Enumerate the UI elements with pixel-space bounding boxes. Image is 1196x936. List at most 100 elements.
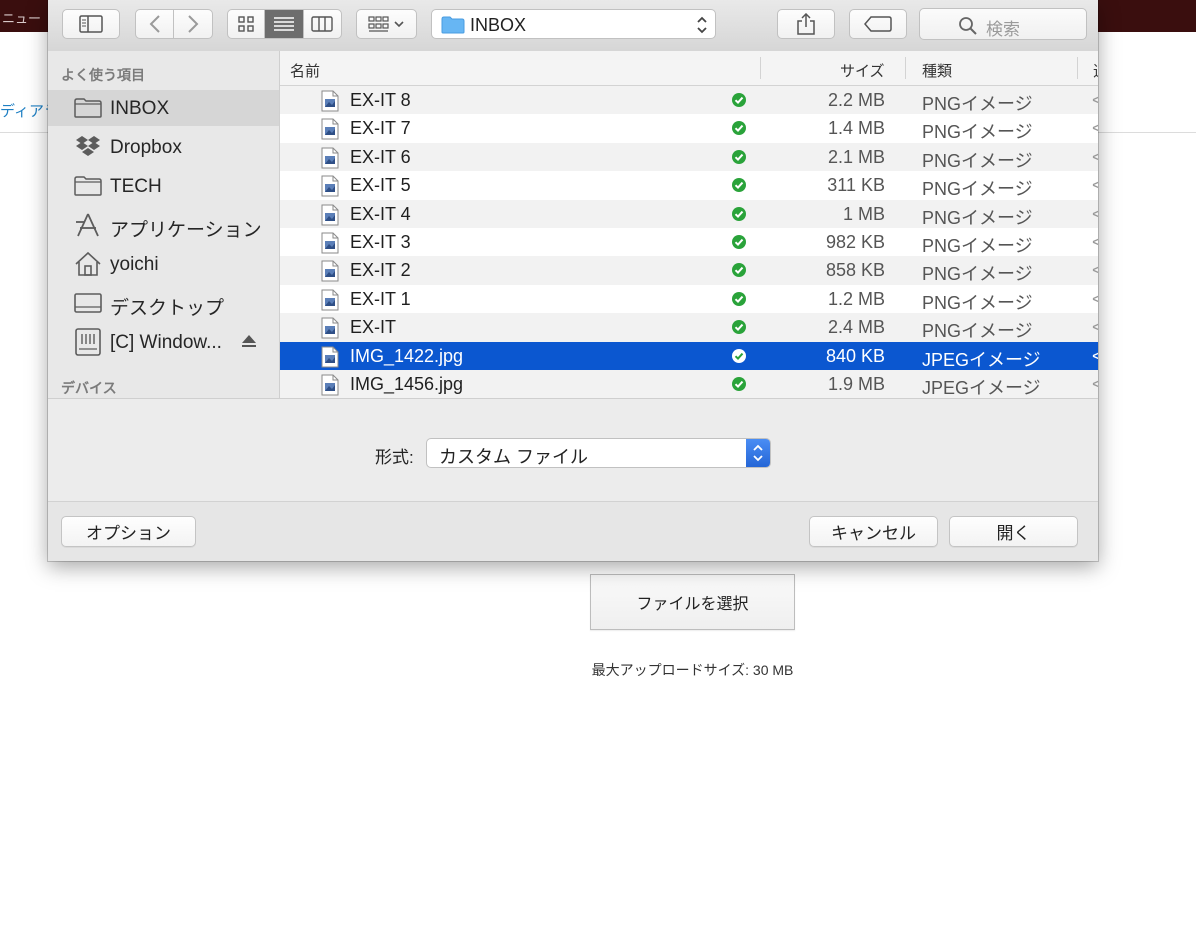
icon-view-button[interactable] [228,10,266,38]
eject-icon[interactable] [241,333,257,354]
back-button[interactable] [136,10,175,38]
sidebar-item-dropbox[interactable]: Dropbox [48,129,279,165]
column-header-extra[interactable]: 追 [1093,60,1098,81]
file-size: 1.9 MB [827,374,885,394]
icon-view-icon [238,16,254,32]
dropbox-icon [73,135,103,159]
sidebar-toggle-button[interactable] [62,9,120,39]
file-row[interactable]: EX-IT 6 2.1 MB PNGイメージ < [280,142,1098,172]
file-kind: JPEGイメージ [922,349,1041,370]
synced-check-icon [731,206,747,227]
file-row[interactable]: EX-IT 7 1.4 MB PNGイメージ < [280,114,1098,142]
file-kind: PNGイメージ [922,292,1033,313]
file-kind: PNGイメージ [922,321,1033,342]
format-select-value: カスタム ファイル [439,447,589,467]
column-header-name[interactable]: 名前 [290,60,320,81]
file-kind: PNGイメージ [922,179,1033,200]
file-row[interactable]: IMG_1422.jpg 840 KB JPEGイメージ < [280,341,1098,373]
open-button[interactable]: 開く [949,516,1078,547]
file-row[interactable]: EX-IT 1 1.2 MB PNGイメージ < [280,285,1098,313]
sidebar-item-desktop[interactable]: デスクトップ [48,285,279,321]
file-extra-column: < [1092,288,1098,309]
image-file-icon [321,204,339,231]
synced-check-icon [731,376,747,397]
file-size: 2.4 MB [827,317,885,338]
file-size: 2.2 MB [827,90,885,110]
file-extra-column: < [1092,260,1098,281]
file-kind: PNGイメージ [922,150,1033,171]
format-select[interactable]: カスタム ファイル [426,438,771,468]
file-kind: PNGイメージ [922,207,1033,228]
file-size: 1.4 MB [827,118,885,139]
column-header-size[interactable]: サイズ [840,60,885,81]
dialog-toolbar: INBOX 検索 [48,0,1098,52]
list-view-button[interactable] [265,10,304,38]
favorites-header: よく使う項目 [61,67,145,83]
sidebar-toggle-icon [79,15,103,33]
site-menu-text[interactable]: ニュー [2,8,41,27]
file-extra-column: < [1092,203,1098,224]
file-name: IMG_1456.jpg [350,374,464,394]
sidebar-item-inbox[interactable]: INBOX [48,90,279,126]
file-row[interactable]: IMG_1456.jpg 1.9 MB JPEGイメージ < [280,370,1098,398]
file-row[interactable]: EX-IT 2 858 KB PNGイメージ < [280,256,1098,285]
file-size: 982 KB [825,232,885,252]
desktop-icon [73,291,103,315]
cancel-button[interactable]: キャンセル [809,516,938,547]
file-size: 858 KB [825,260,885,281]
column-divider[interactable] [760,57,761,79]
image-file-icon [321,317,339,344]
file-kind: PNGイメージ [922,122,1033,143]
forward-button[interactable] [174,10,212,38]
column-view-icon [311,16,334,32]
file-name: EX-IT 3 [350,232,411,252]
search-field[interactable]: 検索 [919,8,1087,40]
sidebar-item-windows-disk[interactable]: [C] Window... [48,324,279,360]
file-size: 1.2 MB [827,288,885,309]
file-size: 1 MB [842,203,885,224]
image-file-icon [321,346,339,373]
file-extra-column: < [1092,232,1098,252]
file-kind: PNGイメージ [922,264,1033,285]
sidebar: よく使う項目 INBOX Dropbox TECH アプリケーション yoich… [48,51,280,398]
file-kind: JPEGイメージ [922,378,1041,398]
arrange-button[interactable] [356,9,417,39]
file-row[interactable]: EX-IT 3 982 KB PNGイメージ < [280,228,1098,256]
file-size: 840 KB [825,345,885,366]
file-row[interactable]: EX-IT 8 2.2 MB PNGイメージ < [280,86,1098,117]
arrange-icon [367,16,404,32]
tag-button[interactable] [849,9,907,39]
share-button[interactable] [777,9,835,39]
file-extra-column: < [1092,146,1098,167]
sidebar-item-applications[interactable]: アプリケーション [48,207,279,243]
column-divider[interactable] [1077,57,1078,79]
column-view-button[interactable] [304,10,341,38]
folder-icon [441,16,465,34]
image-file-icon [321,90,339,117]
sidebar-item-home[interactable]: yoichi [48,246,279,282]
image-file-icon [321,374,339,398]
sidebar-item-label: yoichi [110,254,159,275]
sidebar-item-tech[interactable]: TECH [48,168,279,204]
devices-header: デバイス [61,380,117,396]
location-popup[interactable]: INBOX [431,9,716,39]
synced-check-icon [731,262,747,283]
file-row[interactable]: EX-IT 5 311 KB PNGイメージ < [280,171,1098,199]
list-view-icon [274,17,294,31]
column-divider[interactable] [905,57,906,79]
file-extra-column: < [1092,317,1098,338]
file-list: 名前 サイズ 種類 追 EX-IT 82.2 MBPNGイメージ<EX-IT 7… [280,51,1098,398]
open-file-dialog: INBOX 検索 よく使う項目 INBOX Dropbox TECH アプリケー… [48,0,1098,561]
sidebar-item-label: アプリケーション [110,220,262,241]
home-icon [73,251,103,276]
file-name: EX-IT 6 [350,146,411,167]
options-button[interactable]: オプション [61,516,196,547]
file-row[interactable]: EX-IT 2.4 MB PNGイメージ < [280,313,1098,344]
tag-icon [864,16,892,32]
file-row[interactable]: EX-IT 4 1 MB PNGイメージ < [280,199,1098,231]
file-name: IMG_1422.jpg [350,345,464,366]
choose-file-button[interactable]: ファイルを選択 [590,574,795,630]
column-header-kind[interactable]: 種類 [922,60,952,81]
chevron-updown-icon [697,16,707,34]
sidebar-item-label: デスクトップ [110,298,225,319]
